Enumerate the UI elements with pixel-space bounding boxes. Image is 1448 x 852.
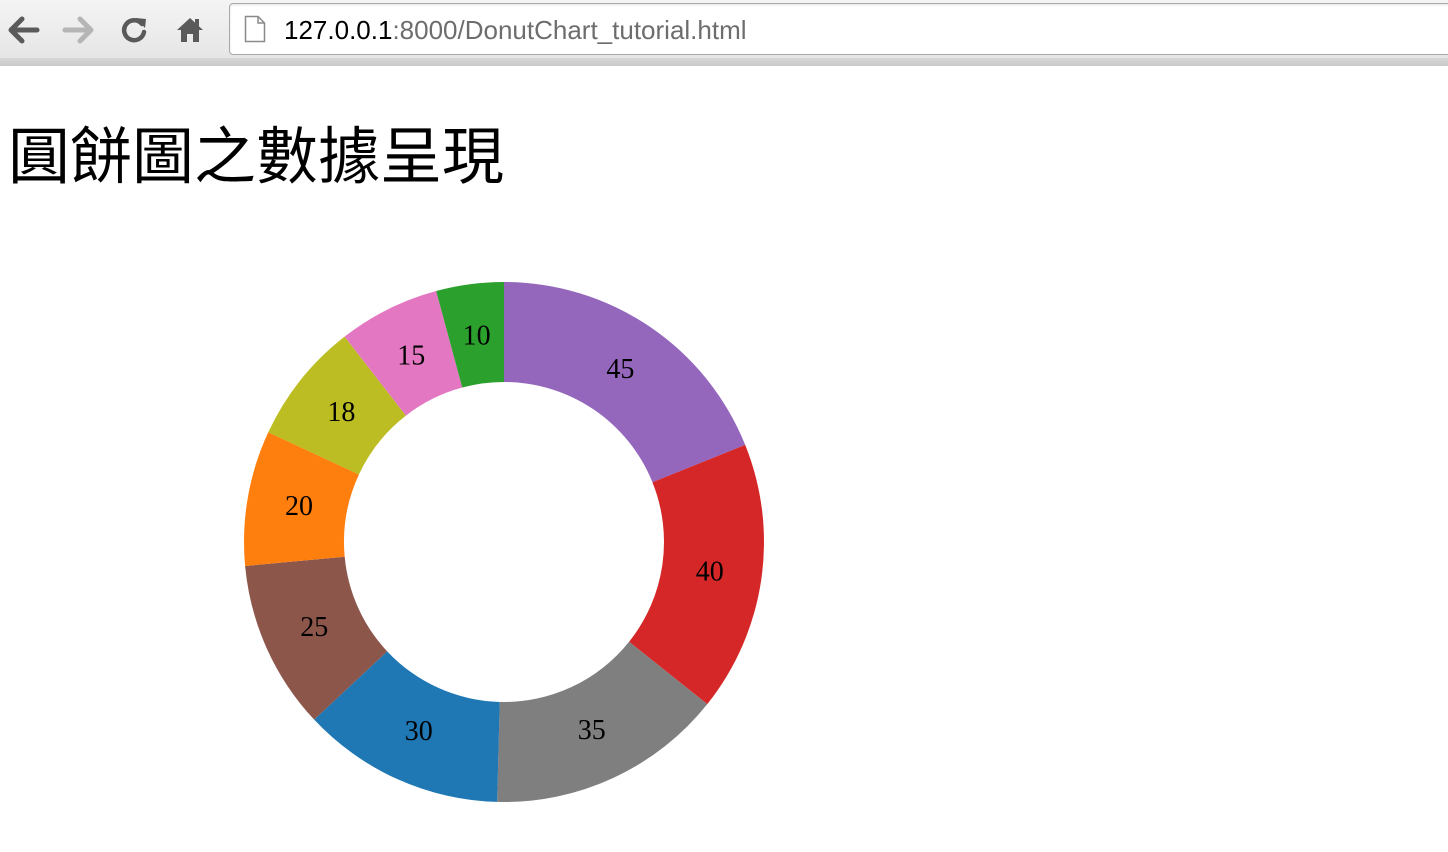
address-bar[interactable]: 127.0.0.1:8000/DonutChart_tutorial.html [229, 3, 1448, 55]
page-title: 圓餅圖之數據呈現 [8, 120, 505, 193]
url-host: 127.0.0.1 [284, 15, 393, 45]
back-arrow-icon [8, 16, 40, 44]
browser-toolbar: 127.0.0.1:8000/DonutChart_tutorial.html [0, 0, 1448, 66]
url-path: :8000/DonutChart_tutorial.html [392, 15, 747, 45]
reload-button[interactable] [114, 10, 154, 50]
home-icon [177, 18, 203, 42]
url-text: 127.0.0.1:8000/DonutChart_tutorial.html [284, 14, 747, 46]
forward-button[interactable] [58, 10, 98, 50]
toolbar-divider [0, 58, 1448, 66]
home-button[interactable] [170, 10, 210, 50]
forward-arrow-icon [62, 16, 94, 44]
reload-icon [121, 18, 147, 43]
back-button[interactable] [4, 10, 44, 50]
page-document-icon [244, 15, 266, 43]
